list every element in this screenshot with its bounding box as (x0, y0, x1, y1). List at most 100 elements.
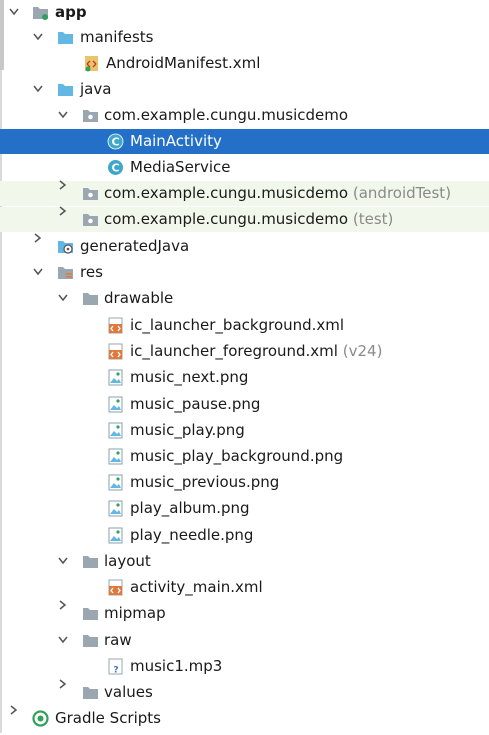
package-icon (82, 211, 99, 228)
chevron-down-icon[interactable] (31, 260, 45, 285)
tree-row-music-previous[interactable]: music_previous.png (0, 470, 489, 495)
package-icon (82, 107, 99, 124)
class-icon: C (107, 159, 124, 176)
tree-row-package-test[interactable]: com.example.cungu.musicdemo (test) (0, 206, 489, 232)
tree-label: java (80, 80, 112, 98)
tree-row-main-activity[interactable]: C MainActivity (0, 129, 489, 154)
folder-icon (82, 290, 99, 307)
package-icon (82, 185, 99, 202)
source-set-suffix: (test) (352, 210, 394, 228)
tree-row-java[interactable]: java (0, 77, 489, 102)
tree-row-values[interactable]: values (0, 679, 489, 705)
tree-label: play_album.png (130, 499, 250, 517)
chevron-down-icon[interactable] (56, 286, 70, 311)
tree-label: drawable (104, 289, 174, 307)
tree-label: Gradle Scripts (55, 709, 161, 727)
folder-icon (82, 553, 99, 570)
package-name: com.example.cungu.musicdemo (104, 184, 349, 202)
tree-row-media-service[interactable]: C MediaService (0, 155, 489, 180)
chevron-down-icon[interactable] (31, 25, 45, 50)
tree-row-ic-launcher-foreground[interactable]: ic_launcher_foreground.xml (v24) (0, 339, 489, 364)
xml-file-icon (107, 343, 124, 360)
tree-row-music1[interactable]: ? music1.mp3 (0, 654, 489, 679)
tree-row-raw[interactable]: raw (0, 628, 489, 653)
tree-row-activity-main[interactable]: activity_main.xml (0, 575, 489, 600)
tree-label: values (104, 683, 153, 701)
tree-row-mipmap[interactable]: mipmap (0, 600, 489, 626)
file-name: ic_launcher_foreground.xml (130, 342, 338, 360)
chevron-right-icon[interactable] (56, 600, 70, 626)
image-file-icon (107, 369, 124, 386)
image-file-icon (107, 396, 124, 413)
image-file-icon (107, 448, 124, 465)
chevron-right-icon[interactable] (31, 233, 45, 259)
svg-text:?: ? (113, 666, 118, 676)
tree-label: app (55, 3, 87, 21)
tree-row-gradle-scripts[interactable]: Gradle Scripts (0, 705, 489, 731)
folder-icon (82, 684, 99, 701)
tree-label: AndroidManifest.xml (106, 54, 261, 72)
tree-row-res[interactable]: res (0, 260, 489, 285)
chevron-right-icon[interactable] (56, 180, 70, 206)
unknown-file-icon: ? (107, 658, 124, 676)
tree-label: music_next.png (130, 368, 249, 386)
tree-label: play_needle.png (130, 526, 254, 544)
class-icon: C (107, 133, 124, 150)
source-set-suffix: (androidTest) (352, 184, 452, 202)
tree-row-play-album[interactable]: play_album.png (0, 496, 489, 521)
folder-icon (57, 81, 74, 98)
tree-row-play-needle[interactable]: play_needle.png (0, 523, 489, 548)
folder-icon (82, 632, 99, 649)
folder-icon (82, 605, 99, 622)
tree-label: MediaService (130, 158, 231, 176)
resources-folder-icon (57, 264, 74, 281)
image-file-icon (107, 527, 124, 544)
tree-label: com.example.cungu.musicdemo (test) (104, 207, 393, 232)
tree-row-app[interactable]: app (0, 0, 489, 25)
tree-row-drawable[interactable]: drawable (0, 286, 489, 311)
tree-row-music-next[interactable]: music_next.png (0, 365, 489, 390)
tree-row-ic-launcher-background[interactable]: ic_launcher_background.xml (0, 313, 489, 338)
tree-label: raw (104, 631, 132, 649)
chevron-down-icon[interactable] (31, 77, 45, 102)
package-name: com.example.cungu.musicdemo (104, 210, 349, 228)
image-file-icon (107, 500, 124, 517)
tree-label: manifests (80, 28, 154, 46)
tree-label: MainActivity (130, 132, 222, 150)
tree-row-music-play-background[interactable]: music_play_background.png (0, 444, 489, 469)
tree-label: music_play_background.png (130, 447, 344, 465)
tree-row-layout[interactable]: layout (0, 549, 489, 574)
image-file-icon (107, 474, 124, 491)
chevron-down-icon[interactable] (7, 0, 21, 25)
svg-text:C: C (111, 162, 119, 175)
tree-row-manifests[interactable]: manifests (0, 25, 489, 50)
xml-file-icon (107, 579, 124, 596)
tree-label: res (80, 263, 103, 281)
tree-label: layout (104, 552, 151, 570)
qualifier-suffix: (v24) (342, 342, 383, 360)
tree-row-android-manifest[interactable]: AndroidManifest.xml (0, 51, 489, 76)
tree-label: ic_launcher_background.xml (130, 316, 345, 334)
tree-row-package-main[interactable]: com.example.cungu.musicdemo (0, 103, 489, 128)
chevron-right-icon[interactable] (56, 206, 70, 232)
tree-label: music_previous.png (130, 473, 280, 491)
generated-folder-icon (57, 238, 74, 255)
chevron-down-icon[interactable] (56, 549, 70, 574)
tree-row-music-pause[interactable]: music_pause.png (0, 392, 489, 417)
chevron-right-icon[interactable] (7, 705, 21, 731)
chevron-down-icon[interactable] (56, 628, 70, 653)
manifest-file-icon (83, 55, 100, 72)
tree-label: music_play.png (130, 421, 245, 439)
tree-row-generated-java[interactable]: generatedJava (0, 233, 489, 259)
tree-label: activity_main.xml (130, 578, 263, 596)
tree-label: ic_launcher_foreground.xml (v24) (130, 339, 382, 364)
xml-file-icon (107, 317, 124, 334)
chevron-right-icon[interactable] (56, 679, 70, 705)
tree-label: com.example.cungu.musicdemo (androidTest… (104, 181, 451, 206)
tree-label: com.example.cungu.musicdemo (104, 106, 349, 124)
module-folder-icon (32, 4, 49, 21)
chevron-down-icon[interactable] (56, 103, 70, 128)
folder-icon (57, 29, 74, 46)
tree-row-package-android-test[interactable]: com.example.cungu.musicdemo (androidTest… (0, 180, 489, 206)
tree-row-music-play[interactable]: music_play.png (0, 418, 489, 443)
